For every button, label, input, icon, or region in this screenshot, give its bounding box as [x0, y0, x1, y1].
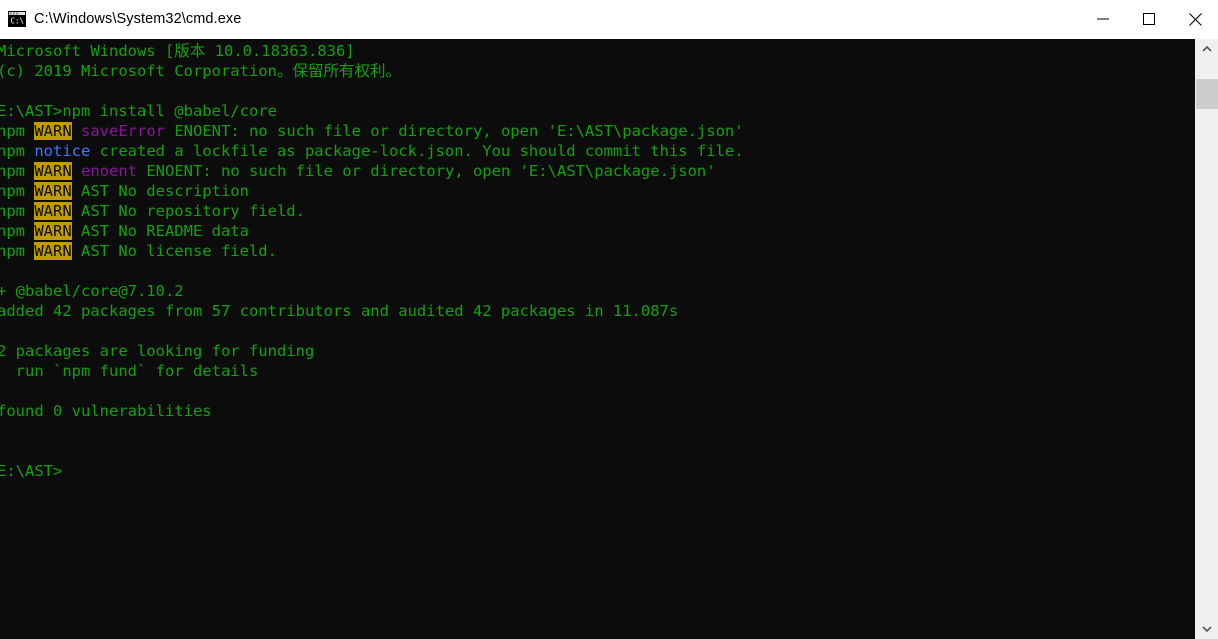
console-text-segment: npm — [0, 222, 35, 240]
console-text-segment: + @babel/core@7.10.2 — [0, 282, 184, 300]
console-line: E:\AST>npm install @babel/core — [0, 101, 1195, 121]
console-line: npm WARN AST No README data — [0, 221, 1195, 241]
console-line: npm WARN enoent ENOENT: no such file or … — [0, 161, 1195, 181]
console-text-segment: run `npm fund` for details — [0, 362, 259, 380]
warn-badge: WARN — [34, 202, 72, 220]
console-line: npm WARN AST No license field. — [0, 241, 1195, 261]
scrollbar-up-button[interactable] — [1196, 39, 1218, 59]
console-line: + @babel/core@7.10.2 — [0, 281, 1195, 301]
close-button[interactable] — [1172, 0, 1218, 38]
console-text-segment: npm — [0, 242, 35, 260]
console-line: npm notice created a lockfile as package… — [0, 141, 1195, 161]
console-line: E:\AST> — [0, 461, 1195, 481]
maximize-icon — [1143, 13, 1155, 25]
cmd-console-icon: C:\ — [8, 10, 26, 28]
cmd-window: C:\ C:\Windows\System32\cmd.exe Microsof… — [0, 0, 1218, 639]
console-text-segment: (c) 2019 Microsoft Corporation。保留所有权利。 — [0, 62, 401, 80]
console-line: run `npm fund` for details — [0, 361, 1195, 381]
npm-error-tag: enoent — [81, 162, 137, 180]
console-line: 2 packages are looking for funding — [0, 341, 1195, 361]
console-area[interactable]: Microsoft Windows [版本 10.0.18363.836] (c)… — [0, 39, 1218, 639]
console-text-segment: npm — [0, 182, 35, 200]
close-icon — [1188, 12, 1202, 26]
window-title: C:\Windows\System32\cmd.exe — [34, 11, 242, 27]
console-text-segment: ENOENT: no such file or directory, open … — [165, 122, 744, 140]
chevron-up-icon — [1202, 45, 1212, 52]
scrollbar-down-button[interactable] — [1196, 619, 1218, 639]
warn-badge: WARN — [34, 242, 72, 260]
console-text-segment: npm — [0, 202, 35, 220]
console-text-segment: AST No README data — [71, 222, 249, 240]
chevron-down-icon — [1202, 626, 1212, 633]
console-text-segment: AST No description — [71, 182, 249, 200]
window-controls — [1080, 0, 1218, 38]
warn-badge: WARN — [34, 182, 72, 200]
console-text-segment: 2 packages are looking for funding — [0, 342, 315, 360]
console-text-segment: Microsoft Windows [版本 10.0.18363.836] — [0, 42, 355, 60]
warn-badge: WARN — [34, 162, 72, 180]
console-text-segment: npm — [0, 162, 35, 180]
console-line: npm WARN AST No repository field. — [0, 201, 1195, 221]
svg-text:C:\: C:\ — [11, 17, 25, 26]
console-line: npm WARN AST No description — [0, 181, 1195, 201]
scrollbar-thumb[interactable] — [1196, 79, 1218, 109]
console-text-segment: added 42 packages from 57 contributors a… — [0, 302, 679, 320]
console-text-segment: E:\AST>npm install @babel/core — [0, 102, 277, 120]
scrollbar-track[interactable] — [1196, 59, 1218, 619]
console-text-segment: npm — [0, 122, 35, 140]
warn-badge: WARN — [34, 122, 72, 140]
console-text-segment: ENOENT: no such file or directory, open … — [137, 162, 716, 180]
console-text-segment: AST No license field. — [71, 242, 277, 260]
console-text-segment: found 0 vulnerabilities — [0, 402, 212, 420]
console-line: (c) 2019 Microsoft Corporation。保留所有权利。 — [0, 61, 1195, 81]
console-text-segment — [72, 162, 81, 180]
npm-error-tag: saveError — [81, 122, 165, 140]
warn-badge: WARN — [34, 222, 72, 240]
console-line: found 0 vulnerabilities — [0, 401, 1195, 421]
console-text-segment: npm — [0, 142, 35, 160]
console-text-segment: E:\AST> — [0, 462, 63, 480]
minimize-icon — [1097, 18, 1109, 20]
npm-notice-tag: notice — [34, 142, 91, 160]
console-scrollbar[interactable] — [1195, 39, 1218, 639]
console-line: added 42 packages from 57 contributors a… — [0, 301, 1195, 321]
console-text-segment: AST No repository field. — [71, 202, 305, 220]
console-text-segment: created a lockfile as package-lock.json.… — [90, 142, 744, 160]
console-output[interactable]: Microsoft Windows [版本 10.0.18363.836] (c)… — [0, 39, 1195, 639]
console-text-segment — [72, 122, 81, 140]
console-line: Microsoft Windows [版本 10.0.18363.836] — [0, 41, 1195, 61]
maximize-button[interactable] — [1126, 0, 1172, 38]
console-line: npm WARN saveError ENOENT: no such file … — [0, 121, 1195, 141]
window-titlebar[interactable]: C:\ C:\Windows\System32\cmd.exe — [0, 0, 1218, 39]
minimize-button[interactable] — [1080, 0, 1126, 38]
